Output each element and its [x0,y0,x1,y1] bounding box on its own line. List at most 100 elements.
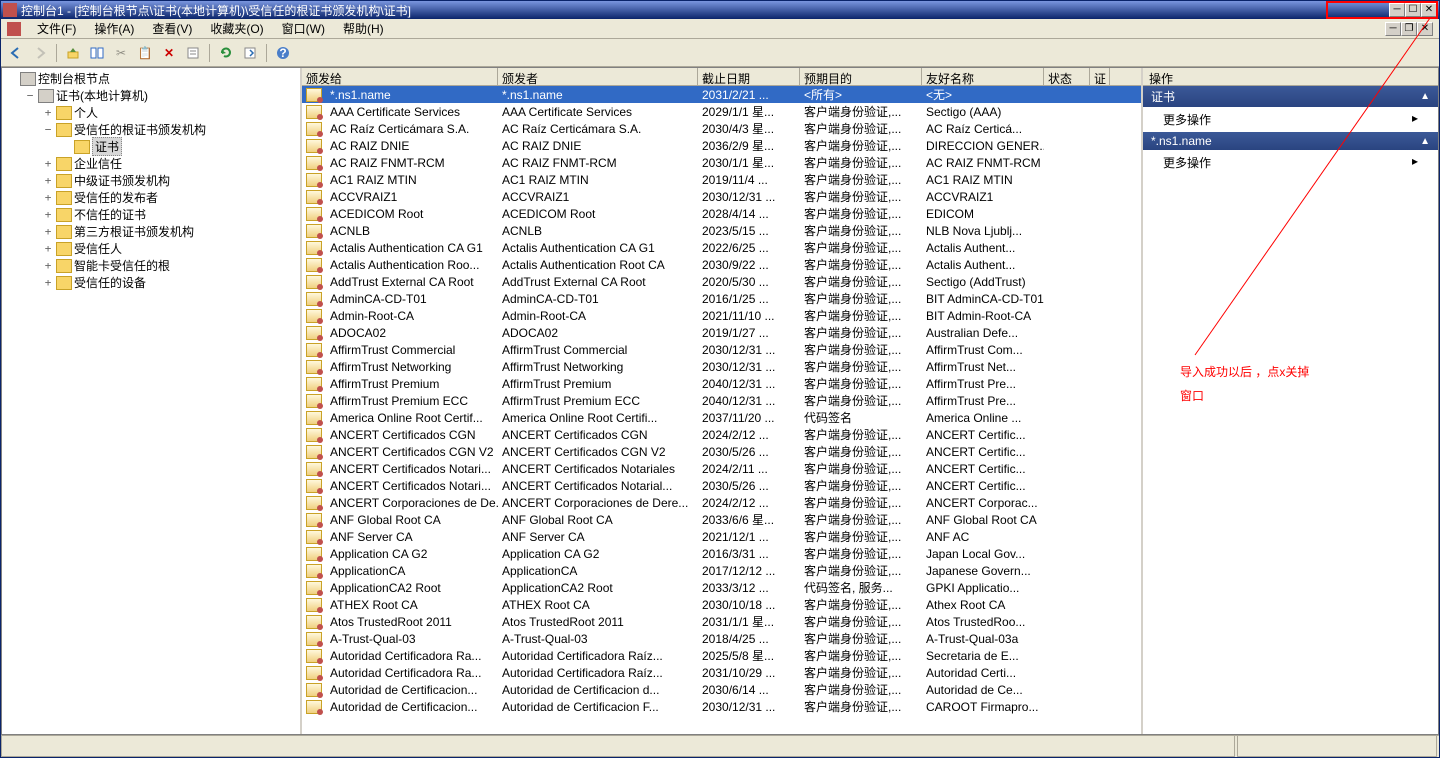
tree-item[interactable]: +中级证书颁发机构 [2,172,300,189]
table-row[interactable]: AC1 RAIZ MTINAC1 RAIZ MTIN2019/11/4 ...客… [302,171,1141,188]
back-button[interactable] [5,42,27,64]
menu-help[interactable]: 帮助(H) [335,18,392,39]
tree-item[interactable]: +不信任的证书 [2,206,300,223]
table-row[interactable]: ATHEX Root CAATHEX Root CA2030/10/18 ...… [302,596,1141,613]
tree-twisty[interactable]: − [24,89,36,102]
table-row[interactable]: ADOCA02ADOCA022019/1/27 ...客户端身份验证,...Au… [302,324,1141,341]
table-row[interactable]: AffirmTrust PremiumAffirmTrust Premium20… [302,375,1141,392]
column-header[interactable]: 颁发给 [302,68,498,85]
tree-twisty[interactable] [6,72,18,85]
tree-item[interactable]: +智能卡受信任的根 [2,257,300,274]
tree-item[interactable]: −证书(本地计算机) [2,87,300,104]
menu-file[interactable]: 文件(F) [29,18,84,39]
tree-item[interactable]: +受信任人 [2,240,300,257]
cut-button[interactable]: ✂ [110,42,132,64]
mdi-close-button[interactable]: ✕ [1417,22,1433,36]
table-row[interactable]: Autoridad Certificadora Ra...Autoridad C… [302,647,1141,664]
showhide-button[interactable] [86,42,108,64]
table-row[interactable]: Actalis Authentication Roo...Actalis Aut… [302,256,1141,273]
actions-section-item[interactable]: *.ns1.name▲ [1143,132,1438,150]
table-row[interactable]: Autoridad de Certificacion...Autoridad d… [302,681,1141,698]
table-row[interactable]: AC RAIZ FNMT-RCMAC RAIZ FNMT-RCM2030/1/1… [302,154,1141,171]
up-button[interactable] [62,42,84,64]
table-row[interactable]: ApplicationCAApplicationCA2017/12/12 ...… [302,562,1141,579]
table-row[interactable]: ANCERT Certificados CGNANCERT Certificad… [302,426,1141,443]
table-row[interactable]: ACNLBACNLB2023/5/15 ...客户端身份验证,...NLB No… [302,222,1141,239]
tree-item[interactable]: +个人 [2,104,300,121]
table-row[interactable]: ANCERT Certificados Notari...ANCERT Cert… [302,477,1141,494]
actions-more-2[interactable]: 更多操作▸ [1143,150,1438,175]
refresh-button[interactable] [215,42,237,64]
table-row[interactable]: Admin-Root-CAAdmin-Root-CA2021/11/10 ...… [302,307,1141,324]
table-row[interactable]: AC Raíz Certicámara S.A.AC Raíz Certicám… [302,120,1141,137]
mdi-restore-button[interactable]: ❐ [1401,22,1417,36]
table-row[interactable]: Application CA G2Application CA G22016/3… [302,545,1141,562]
delete-button[interactable]: ✕ [158,42,180,64]
tree-item[interactable]: +受信任的设备 [2,274,300,291]
table-row[interactable]: ACCVRAIZ1ACCVRAIZ12030/12/31 ...客户端身份验证,… [302,188,1141,205]
help-button[interactable]: ? [272,42,294,64]
menu-window[interactable]: 窗口(W) [274,18,333,39]
mdi-minimize-button[interactable]: ─ [1385,22,1401,36]
properties-button[interactable] [182,42,204,64]
column-header[interactable]: 状态 [1044,68,1090,85]
table-row[interactable]: *.ns1.name*.ns1.name2031/2/21 ...<所有><无> [302,86,1141,103]
tree-item[interactable]: 证书 [2,138,300,155]
close-button[interactable]: ✕ [1421,3,1437,17]
tree-twisty[interactable]: + [42,157,54,170]
table-row[interactable]: AddTrust External CA RootAddTrust Extern… [302,273,1141,290]
menu-action[interactable]: 操作(A) [86,18,142,39]
table-row[interactable]: AAA Certificate ServicesAAA Certificate … [302,103,1141,120]
table-row[interactable]: AffirmTrust CommercialAffirmTrust Commer… [302,341,1141,358]
table-row[interactable]: ANCERT Certificados CGN V2ANCERT Certifi… [302,443,1141,460]
menu-fav[interactable]: 收藏夹(O) [202,18,271,39]
tree-item[interactable]: +受信任的发布者 [2,189,300,206]
menu-view[interactable]: 查看(V) [144,18,200,39]
table-row[interactable]: AffirmTrust Premium ECCAffirmTrust Premi… [302,392,1141,409]
column-header[interactable]: 截止日期 [698,68,800,85]
tree-pane[interactable]: 控制台根节点−证书(本地计算机)+个人−受信任的根证书颁发机构 证书+企业信任+… [2,68,302,734]
copy-button[interactable]: 📋 [134,42,156,64]
table-row[interactable]: Actalis Authentication CA G1Actalis Auth… [302,239,1141,256]
titlebar[interactable]: 控制台1 - [控制台根节点\证书(本地计算机)\受信任的根证书颁发机构\证书]… [1,1,1439,19]
table-row[interactable]: ANCERT Corporaciones de De...ANCERT Corp… [302,494,1141,511]
tree-twisty[interactable]: + [42,174,54,187]
tree-twisty[interactable]: − [42,123,54,136]
tree-twisty[interactable]: + [42,242,54,255]
export-button[interactable] [239,42,261,64]
table-row[interactable]: America Online Root Certif...America Onl… [302,409,1141,426]
table-row[interactable]: AdminCA-CD-T01AdminCA-CD-T012016/1/25 ..… [302,290,1141,307]
forward-button[interactable] [29,42,51,64]
table-row[interactable]: Autoridad de Certificacion...Autoridad d… [302,698,1141,715]
table-row[interactable]: ApplicationCA2 RootApplicationCA2 Root20… [302,579,1141,596]
column-header[interactable]: 友好名称 [922,68,1044,85]
table-row[interactable]: AC RAIZ DNIEAC RAIZ DNIE2036/2/9 星...客户端… [302,137,1141,154]
tree-item[interactable]: +企业信任 [2,155,300,172]
actions-more-1[interactable]: 更多操作▸ [1143,107,1438,132]
actions-section-cert[interactable]: 证书▲ [1143,86,1438,107]
tree-twisty[interactable]: + [42,106,54,119]
minimize-button[interactable]: ─ [1389,3,1405,17]
column-header[interactable]: 预期目的 [800,68,922,85]
list-body[interactable]: *.ns1.name*.ns1.name2031/2/21 ...<所有><无>… [302,86,1141,734]
maximize-button[interactable]: ☐ [1405,3,1421,17]
tree-twisty[interactable]: + [42,259,54,272]
table-row[interactable]: ANCERT Certificados Notari...ANCERT Cert… [302,460,1141,477]
tree-item[interactable]: +第三方根证书颁发机构 [2,223,300,240]
table-row[interactable]: ACEDICOM RootACEDICOM Root2028/4/14 ...客… [302,205,1141,222]
column-header[interactable]: 颁发者 [498,68,698,85]
tree-twisty[interactable]: + [42,208,54,221]
column-header[interactable]: 证 [1090,68,1110,85]
tree-twisty[interactable]: + [42,191,54,204]
tree-twisty[interactable]: + [42,276,54,289]
tree-item[interactable]: 控制台根节点 [2,70,300,87]
table-row[interactable]: ANF Server CAANF Server CA2021/12/1 ...客… [302,528,1141,545]
table-row[interactable]: A-Trust-Qual-03A-Trust-Qual-032018/4/25 … [302,630,1141,647]
tree-twisty[interactable] [60,140,72,153]
table-row[interactable]: Atos TrustedRoot 2011Atos TrustedRoot 20… [302,613,1141,630]
table-row[interactable]: AffirmTrust NetworkingAffirmTrust Networ… [302,358,1141,375]
table-row[interactable]: Autoridad Certificadora Ra...Autoridad C… [302,664,1141,681]
tree-twisty[interactable]: + [42,225,54,238]
table-row[interactable]: ANF Global Root CAANF Global Root CA2033… [302,511,1141,528]
tree-item[interactable]: −受信任的根证书颁发机构 [2,121,300,138]
